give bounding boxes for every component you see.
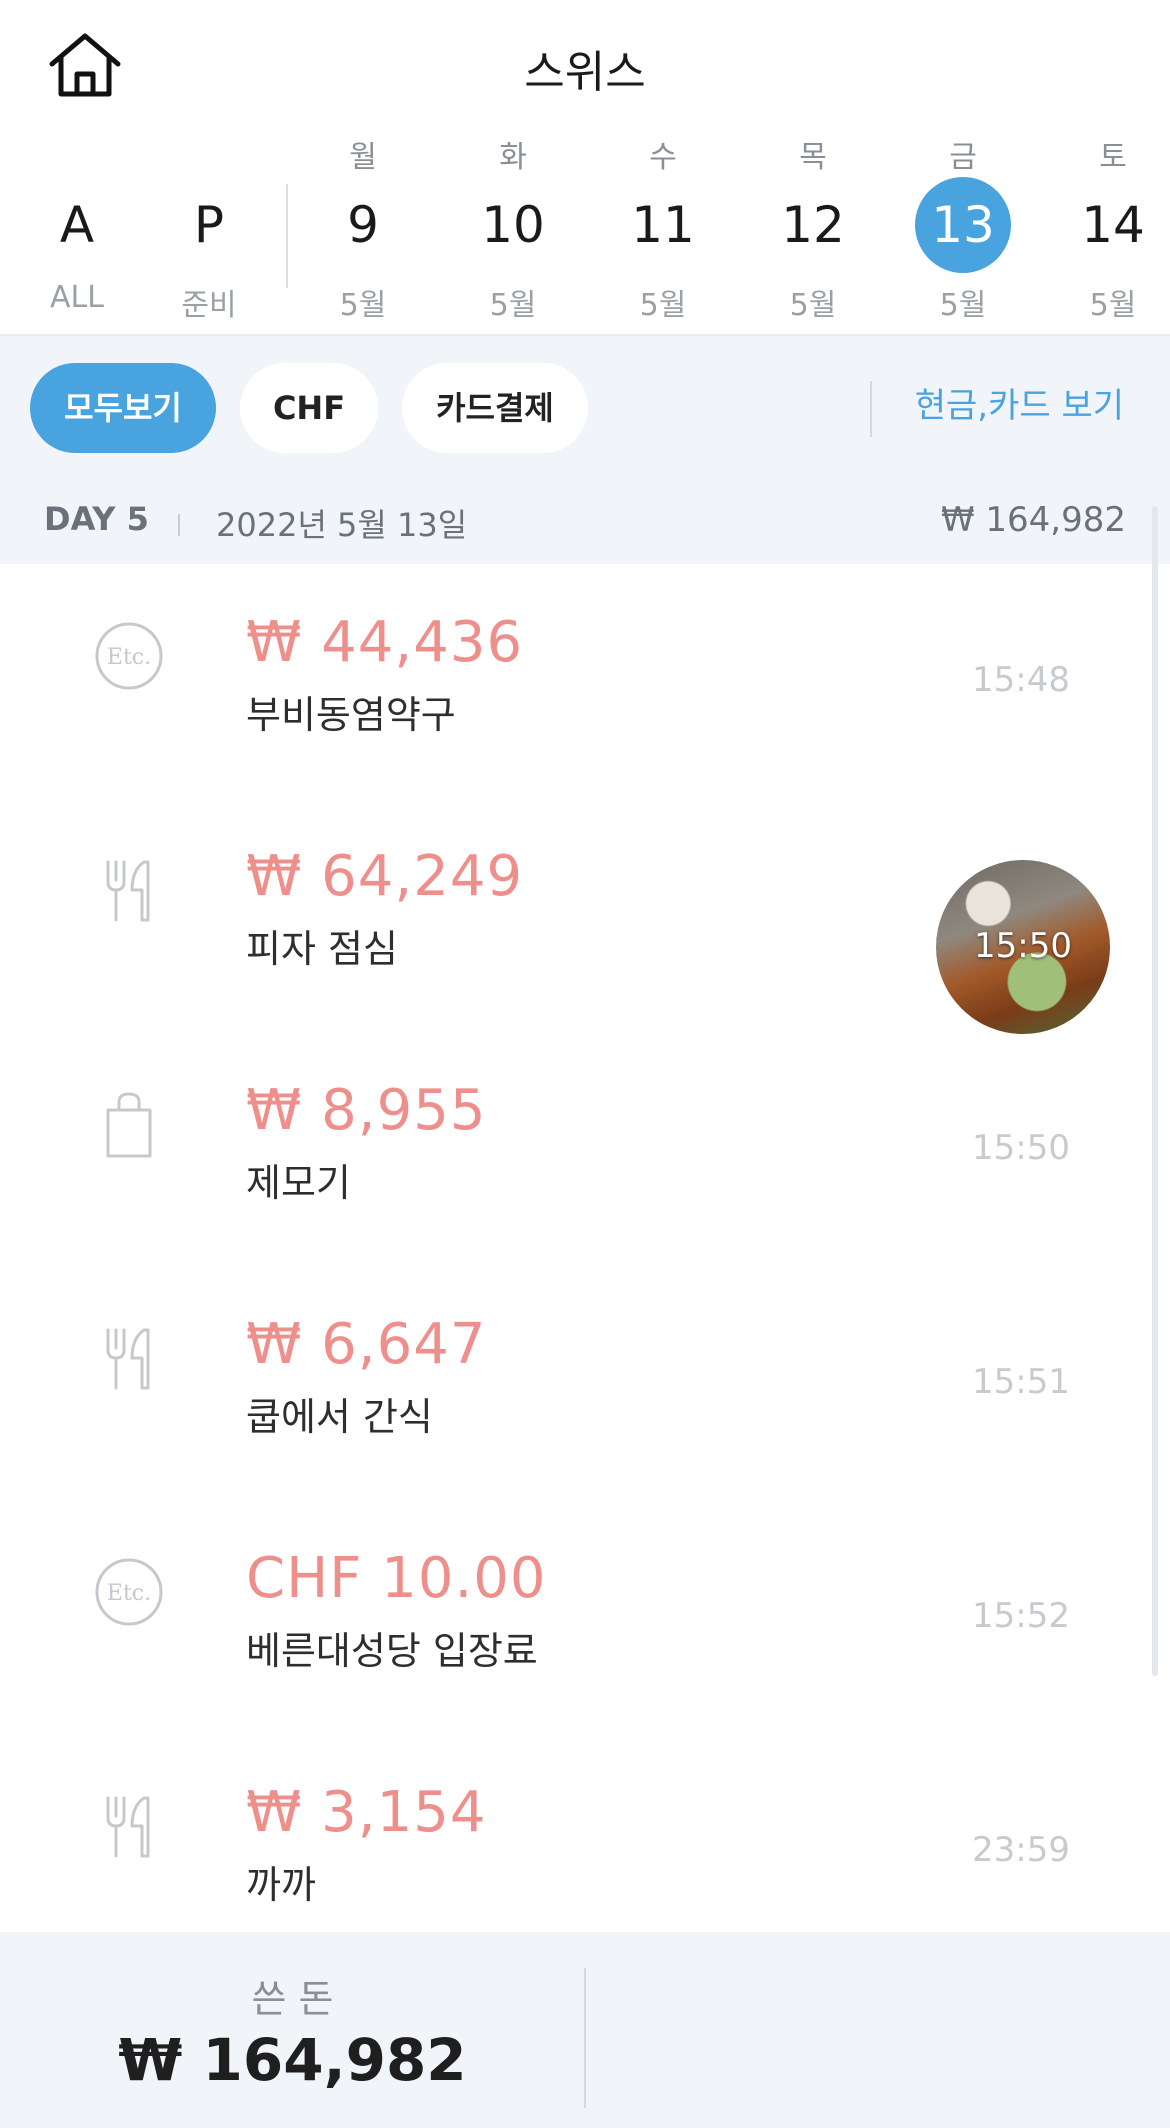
- svg-text:Etc.: Etc.: [107, 1581, 151, 1606]
- transaction-amount: ₩ 3,154: [246, 1780, 487, 1845]
- filter-chip-card[interactable]: 카드결제: [402, 363, 588, 453]
- weekday-label: 월: [349, 140, 377, 175]
- transaction-name: 피자 점심: [246, 927, 398, 971]
- scrollbar[interactable]: [1152, 506, 1158, 1676]
- etc-icon: Etc.: [94, 1554, 164, 1630]
- transaction-time: 15:50: [972, 1128, 1070, 1168]
- transaction-name: 제모기: [246, 1161, 351, 1205]
- transaction-time: 15:50: [974, 926, 1072, 966]
- day-separator: [178, 514, 180, 536]
- transaction-amount: ₩ 8,955: [246, 1078, 487, 1143]
- day-label: DAY 5: [44, 500, 149, 538]
- weekday-label: 토: [1099, 140, 1127, 175]
- page-title: 스위스: [524, 47, 646, 98]
- spent-label: 쓴 돈: [251, 1977, 334, 2021]
- day-total: ₩ 164,982: [940, 500, 1126, 540]
- day-number: 11: [631, 196, 695, 254]
- cash-card-link[interactable]: 현금,카드 보기: [915, 378, 1124, 427]
- day-number: 12: [781, 196, 845, 254]
- transaction-name: 부비동염약구: [246, 693, 456, 737]
- transaction-name: 쿱에서 간식: [246, 1395, 433, 1439]
- etc-icon: Etc.: [94, 618, 164, 694]
- transaction-name: 까까: [246, 1863, 316, 1907]
- plan-tab-all[interactable]: A ALL: [2, 122, 152, 332]
- month-label: 5월: [639, 288, 687, 323]
- transaction-item[interactable]: ₩ 6,647 쿱에서 간식 15:51: [0, 1266, 1170, 1500]
- day-14[interactable]: 토 14 5월: [1038, 122, 1170, 332]
- svg-text:Etc.: Etc.: [107, 645, 151, 670]
- transaction-time: 23:59: [972, 1830, 1070, 1870]
- footer-divider: [584, 1968, 586, 2108]
- transaction-item[interactable]: ₩ 8,955 제모기 15:50: [0, 1032, 1170, 1266]
- weekday-label: 금: [949, 140, 977, 175]
- transaction-amount: CHF 10.00: [246, 1546, 547, 1611]
- spent-value: ₩ 164,982: [118, 2026, 467, 2094]
- day-date: 2022년 5월 13일: [216, 506, 468, 544]
- weekday-label: 수: [649, 140, 677, 175]
- filter-divider: [870, 381, 872, 437]
- transaction-item[interactable]: Etc. ₩ 44,436 부비동염약구 15:48: [0, 564, 1170, 798]
- day-number: 14: [1081, 196, 1145, 254]
- month-label: 5월: [939, 288, 987, 323]
- transaction-item[interactable]: ₩ 3,154 까까 23:59: [0, 1734, 1170, 1934]
- transaction-amount: ₩ 64,249: [246, 844, 524, 909]
- weekday-label: 목: [799, 140, 827, 175]
- transaction-list: Etc. ₩ 44,436 부비동염약구 15:48 ₩ 64,249 피자 점…: [0, 564, 1170, 1934]
- plan-tab-sub: 준비: [181, 288, 237, 323]
- footer-summary: 쓴 돈 ₩ 164,982: [0, 1932, 1170, 2128]
- transaction-time: 15:51: [972, 1362, 1070, 1402]
- day-number: 9: [347, 196, 379, 254]
- shopping-bag-icon: [94, 1086, 164, 1162]
- plan-tab-letter: P: [193, 196, 225, 254]
- month-label: 5월: [1089, 288, 1137, 323]
- header: 스위스: [0, 0, 1170, 130]
- fork-knife-icon: [94, 852, 164, 928]
- plan-tab-prep[interactable]: P 준비: [134, 122, 284, 332]
- date-strip: A ALL P 준비 월 9 5월 화 10 5월 수 11 5월 목 12 5…: [0, 122, 1170, 336]
- day-9[interactable]: 월 9 5월: [288, 122, 438, 332]
- filter-chip-all[interactable]: 모두보기: [30, 363, 216, 453]
- weekday-label: 화: [499, 140, 527, 175]
- transaction-name: 베른대성당 입장료: [246, 1629, 538, 1673]
- fork-knife-icon: [94, 1788, 164, 1864]
- day-summary: DAY 5 2022년 5월 13일 ₩ 164,982: [0, 496, 1170, 560]
- filter-chip-chf[interactable]: CHF: [240, 363, 378, 453]
- transaction-item[interactable]: ₩ 64,249 피자 점심 15:50: [0, 798, 1170, 1034]
- plan-tab-letter: A: [59, 196, 95, 254]
- fork-knife-icon: [94, 1320, 164, 1396]
- day-13[interactable]: 금 13 5월: [888, 122, 1038, 332]
- transaction-time: 15:48: [972, 660, 1070, 700]
- day-12[interactable]: 목 12 5월: [738, 122, 888, 332]
- transaction-amount: ₩ 44,436: [246, 610, 524, 675]
- month-label: 5월: [789, 288, 837, 323]
- month-label: 5월: [339, 288, 387, 323]
- transaction-amount: ₩ 6,647: [246, 1312, 487, 1377]
- transaction-time: 15:52: [972, 1596, 1070, 1636]
- transaction-item[interactable]: Etc. CHF 10.00 베른대성당 입장료 15:52: [0, 1500, 1170, 1734]
- day-10[interactable]: 화 10 5월: [438, 122, 588, 332]
- month-label: 5월: [489, 288, 537, 323]
- day-11[interactable]: 수 11 5월: [588, 122, 738, 332]
- day-number: 10: [481, 196, 545, 254]
- day-number-selected: 13: [915, 177, 1011, 273]
- plan-tab-sub: ALL: [50, 280, 104, 315]
- transaction-photo[interactable]: 15:50: [936, 860, 1110, 1034]
- filter-bar: 모두보기 CHF 카드결제 현금,카드 보기 DAY 5 2022년 5월 13…: [0, 336, 1170, 564]
